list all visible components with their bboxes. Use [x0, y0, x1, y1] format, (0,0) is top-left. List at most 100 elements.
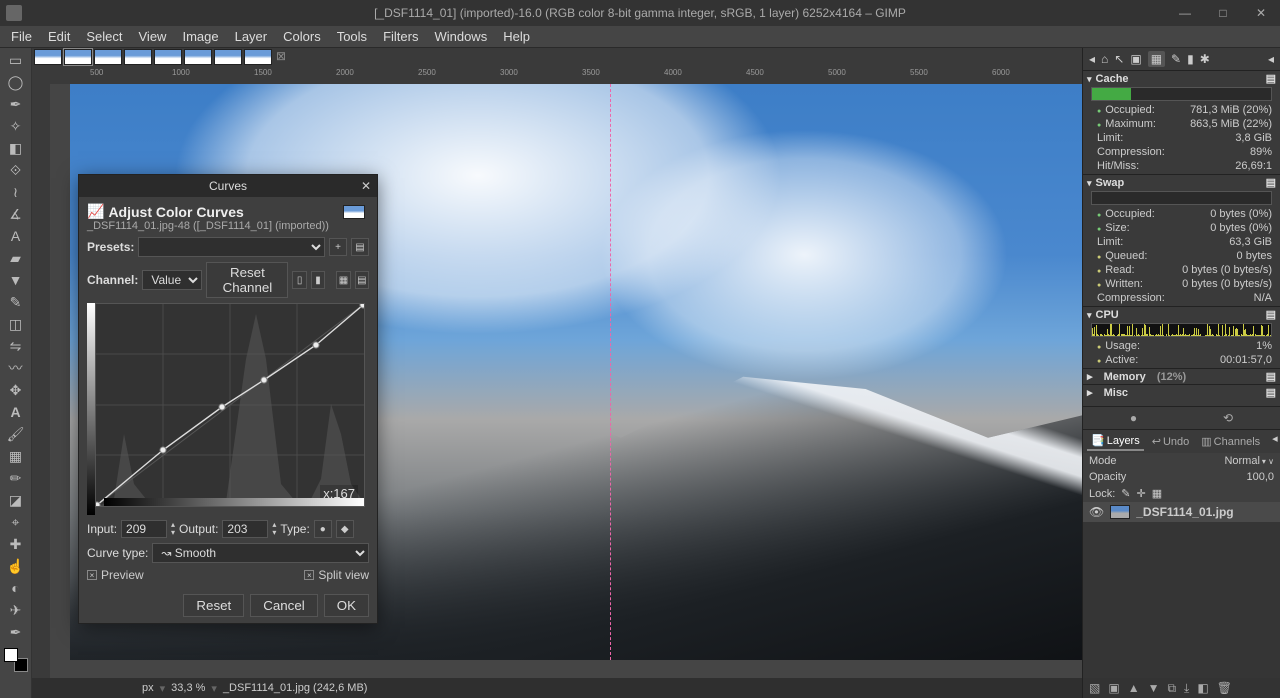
tool-ink[interactable]: ✒ [4, 622, 28, 642]
cpu-header[interactable]: CPU▤ [1087, 308, 1276, 321]
input-field[interactable] [121, 520, 167, 538]
layer-group-icon[interactable]: ▣ [1108, 681, 1119, 695]
histogram-icon[interactable]: ▮ [1187, 52, 1194, 66]
tool-gradient[interactable]: ▼ [4, 270, 28, 290]
menu-help[interactable]: Help [496, 27, 537, 46]
menu-colors[interactable]: Colors [276, 27, 328, 46]
histogram-linear-icon[interactable]: ▯ [292, 271, 306, 289]
duplicate-layer-icon[interactable]: ⧉ [1167, 681, 1176, 696]
grid-icon[interactable]: ▦ [336, 271, 350, 289]
pointer-icon[interactable]: ↖ [1114, 52, 1124, 66]
tool-cage[interactable]: ◫ [4, 314, 28, 334]
layer-row[interactable]: 👁 _DSF1114_01.jpg [1083, 502, 1280, 522]
ruler-horizontal[interactable]: 5001000150020002500300035004000450050005… [50, 66, 1082, 84]
cancel-button[interactable]: Cancel [250, 594, 318, 617]
maximize-button[interactable]: □ [1204, 0, 1242, 26]
tool-smudge[interactable]: ☝ [4, 556, 28, 576]
image-tab[interactable] [244, 49, 272, 65]
home-icon[interactable]: ◂ [1089, 52, 1095, 66]
menu-tools[interactable]: Tools [330, 27, 374, 46]
merge-down-icon[interactable]: ⤓ [1184, 681, 1189, 696]
menu-arrow-icon[interactable]: ◂ [1268, 52, 1274, 66]
raise-layer-icon[interactable]: ▲ [1128, 681, 1140, 695]
swap-header[interactable]: Swap▤ [1087, 176, 1276, 189]
menu-windows[interactable]: Windows [427, 27, 494, 46]
tool-text[interactable]: A [4, 226, 28, 246]
tool-move[interactable]: ✥ [4, 380, 28, 400]
channel-select[interactable]: Value [142, 270, 202, 290]
tool-free-select[interactable]: ✒ [4, 94, 28, 114]
grid2-icon[interactable]: ▤ [355, 271, 369, 289]
tool-fuzzy-select[interactable]: ✧ [4, 116, 28, 136]
lock-position-icon[interactable]: ✛ [1137, 487, 1146, 500]
tool-flip[interactable]: ⇋ [4, 336, 28, 356]
curve-graph[interactable]: x:167 [95, 303, 365, 507]
dialog-close-icon[interactable]: ✕ [361, 179, 371, 193]
tab-layers[interactable]: 📑Layers [1087, 432, 1144, 451]
guide-vertical[interactable] [610, 84, 611, 660]
curves-dialog[interactable]: Curves ✕ 📈Adjust Color Curves _DSF1114_0… [78, 174, 378, 624]
tool-paths[interactable]: 〰 [4, 358, 28, 378]
dashboard-icon[interactable]: ▦ [1148, 51, 1165, 67]
reset-button[interactable]: Reset [183, 594, 244, 617]
curvetype-select[interactable]: ↝ Smooth [152, 543, 369, 563]
tool-eraser[interactable]: ◪ [4, 490, 28, 510]
image-tab[interactable] [94, 49, 122, 65]
menu-image[interactable]: Image [175, 27, 225, 46]
ruler-vertical[interactable] [32, 84, 50, 678]
preset-menu-icon[interactable]: ▤ [351, 238, 369, 256]
menu-layer[interactable]: Layer [228, 27, 275, 46]
tool-pencil[interactable]: ✎ [4, 292, 28, 312]
image-tab[interactable] [214, 49, 242, 65]
image-tab[interactable] [184, 49, 212, 65]
close-button[interactable]: ✕ [1242, 0, 1280, 26]
screenshot-icon[interactable]: ▣ [1130, 52, 1141, 66]
tool-crop[interactable]: ◧ [4, 138, 28, 158]
tool-clone[interactable]: ⌖ [4, 512, 28, 532]
histogram-log-icon[interactable]: ▮ [311, 271, 325, 289]
image-tab[interactable] [154, 49, 182, 65]
tab-channels[interactable]: ▥Channels [1197, 432, 1264, 451]
tool-pattern[interactable]: ▦ [4, 446, 28, 466]
dialog-titlebar[interactable]: Curves ✕ [79, 175, 377, 197]
cache-header[interactable]: Cache▤ [1087, 72, 1276, 85]
config-icon[interactable]: ▤ [1266, 386, 1276, 399]
output-field[interactable] [222, 520, 268, 538]
eye-icon[interactable]: 👁 [1089, 505, 1104, 519]
tool-ellipse-select[interactable]: ◯ [4, 72, 28, 92]
point-type-smooth-icon[interactable]: ● [314, 520, 332, 538]
tool-brush[interactable]: 🖌 [4, 424, 28, 444]
memory-header[interactable]: ▸ Memory (12%)▤ [1087, 370, 1276, 383]
tab-undo[interactable]: ↩Undo [1148, 432, 1194, 451]
image-tab[interactable] [34, 49, 62, 65]
status-unit[interactable]: px [142, 682, 154, 694]
minimize-button[interactable]: — [1166, 0, 1204, 26]
menu-view[interactable]: View [132, 27, 174, 46]
pencil-icon[interactable]: ✎ [1171, 52, 1181, 66]
new-layer-icon[interactable]: ▧ [1089, 681, 1100, 695]
delete-layer-icon[interactable]: 🗑 [1217, 681, 1232, 695]
preset-add-icon[interactable]: + [329, 238, 347, 256]
menu-select[interactable]: Select [79, 27, 129, 46]
menu-file[interactable]: File [4, 27, 39, 46]
lock-alpha-icon[interactable]: ▦ [1152, 487, 1162, 500]
config-icon[interactable]: ▤ [1266, 308, 1276, 321]
misc-header[interactable]: ▸ Misc▤ [1087, 386, 1276, 399]
tool-bucket[interactable]: ▰ [4, 248, 28, 268]
config-icon[interactable]: ▤ [1266, 176, 1276, 189]
fg-bg-colors[interactable] [4, 648, 28, 672]
spin-down-icon[interactable]: ▾ [171, 529, 175, 537]
tool-dodge[interactable]: ◐ [4, 578, 28, 598]
record-icon[interactable]: ● [1130, 411, 1137, 425]
home-icon[interactable]: ⌂ [1101, 52, 1108, 66]
layer-name[interactable]: _DSF1114_01.jpg [1136, 505, 1233, 519]
config-icon[interactable]: ▤ [1266, 72, 1276, 85]
image-tab[interactable] [64, 49, 92, 65]
reset-channel-button[interactable]: Reset Channel [206, 262, 288, 298]
menu-filters[interactable]: Filters [376, 27, 425, 46]
mask-icon[interactable]: ◧ [1197, 681, 1208, 695]
point-type-corner-icon[interactable]: ◆ [336, 520, 354, 538]
config-icon[interactable]: ▤ [1266, 370, 1276, 383]
image-tab[interactable] [124, 49, 152, 65]
menu-arrow-icon[interactable]: ◂ [1272, 432, 1278, 451]
